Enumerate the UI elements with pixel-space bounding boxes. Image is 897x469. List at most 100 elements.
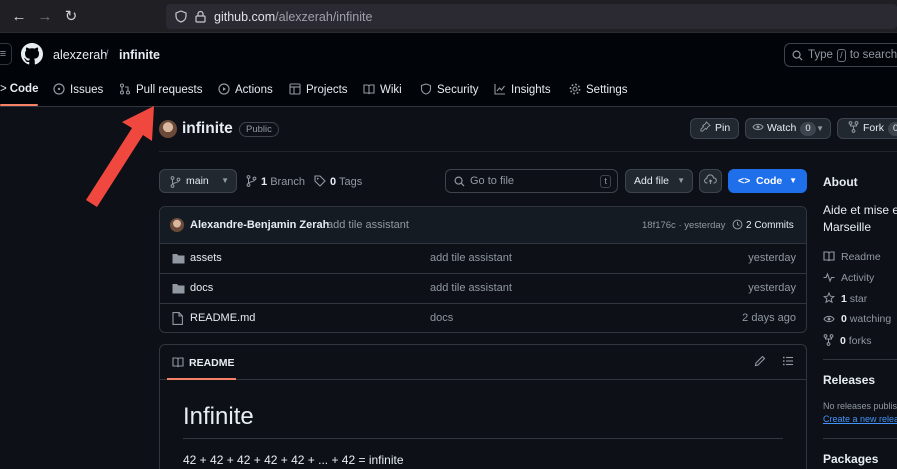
tab-actions-label: Actions [235,84,273,96]
divider [183,438,783,439]
table-row[interactable]: README.md docs 2 days ago [160,304,806,332]
commits-link[interactable]: 2 Commits [732,219,794,231]
tab-settings[interactable]: Settings [569,83,628,96]
add-file-button[interactable]: Add file ▼ [625,169,693,193]
breadcrumb-owner[interactable]: alexzerah [53,48,107,62]
tab-settings-label: Settings [586,84,628,96]
watching-word: watching [849,313,892,325]
tab-wiki-label: Wiki [380,84,402,96]
tab-actions[interactable]: Actions [218,83,273,96]
book-icon [823,251,835,262]
readme-link-label: Readme [841,251,881,263]
repo-title[interactable]: infinite [182,120,233,138]
tab-projects-label: Projects [306,84,348,96]
folder-icon [172,284,185,294]
menu-icon[interactable]: ≡ [0,43,12,65]
url-path: /alexzerah/infinite [275,10,373,24]
divider [823,438,897,439]
about-heading: About [823,175,858,189]
pin-button[interactable]: Pin [690,118,739,139]
table-row[interactable]: docs add tile assistant yesterday [160,274,806,304]
tab-security[interactable]: Security [420,83,479,96]
readme-panel: README Infinite 42 + 42 + 42 + 42 + 42 +… [159,344,807,469]
stars-link[interactable]: 1 star [822,291,868,305]
file-commit-message[interactable]: docs [430,312,453,324]
file-commit-message[interactable]: add tile assistant [430,252,512,264]
divider [159,151,897,152]
code-button[interactable]: <> Code ▼ [728,169,807,193]
watch-button[interactable]: Watch 0 ▼ [745,118,831,139]
tab-insights[interactable]: Insights [494,83,551,96]
stars-word: star [849,293,868,305]
forks-link[interactable]: 0 forks [823,334,872,347]
tab-issues[interactable]: Issues [53,83,103,96]
search-icon [792,50,803,61]
forward-arrow-icon[interactable]: → [36,8,54,26]
commit-hash[interactable]: 18f176c · yesterday [642,220,725,231]
tab-projects[interactable]: Projects [289,83,348,96]
go-to-file-input[interactable]: Go to file t [445,169,618,193]
file-name[interactable]: assets [190,252,222,264]
readme-paragraph: 42 + 42 + 42 + 42 + 42 + ... + 42 = infi… [183,453,404,467]
fork-counter: 0 [888,122,897,136]
releases-heading[interactable]: Releases [823,373,875,387]
breadcrumb-separator: / [105,47,109,62]
tab-wiki[interactable]: Wiki [363,83,402,96]
fork-button[interactable]: Fork 0 [837,118,897,139]
fork-icon [823,334,834,346]
reload-icon[interactable]: ↻ [62,8,80,26]
active-tab-indicator [167,378,236,380]
chevron-down-icon: ▼ [221,176,229,185]
readme-tab[interactable]: README [168,353,239,379]
readme-link[interactable]: Readme [823,250,881,263]
readme-tab-label: README [189,357,235,369]
packages-heading[interactable]: Packages [823,452,878,466]
visibility-badge: Public [239,122,279,137]
play-icon [218,83,230,95]
tab-pull-requests[interactable]: Pull requests [119,83,202,96]
pull-request-icon [119,83,131,95]
tag-icon [314,175,326,187]
eye-icon [823,315,835,323]
table-row[interactable]: assets add tile assistant yesterday [160,244,806,274]
description-line: Aide et mise e [823,203,897,217]
forks-count: 0 [840,335,846,347]
branch-word: Branch [270,176,306,188]
file-date: 2 days ago [742,312,796,324]
watchers-link[interactable]: 0 watching [823,313,891,325]
commit-message[interactable]: add tile assistant [327,219,409,231]
branch-selector[interactable]: main ▼ [159,169,237,193]
tab-code[interactable]: > Code [0,83,38,95]
global-search-input[interactable]: Type / to search [784,43,897,67]
back-arrow-icon[interactable]: ← [10,8,28,26]
file-name[interactable]: docs [190,282,213,294]
pencil-icon[interactable] [754,355,766,367]
code-icon: > [0,83,7,95]
tag-word: Tags [338,176,363,188]
file-name[interactable]: README.md [190,312,255,324]
create-release-link[interactable]: Create a new relea [823,414,897,424]
book-icon [363,84,375,95]
activity-link[interactable]: Activity [823,271,874,284]
list-icon[interactable] [782,355,794,367]
breadcrumb-repo[interactable]: infinite [119,48,160,62]
chevron-down-icon[interactable]: ▼ [816,119,824,138]
address-bar[interactable]: github.com/alexzerah/infinite [166,4,897,29]
branches-link[interactable]: 1 Branch [246,175,305,188]
github-logo-icon[interactable] [21,43,43,65]
codespaces-button[interactable] [699,169,722,193]
commit-author-avatar[interactable] [170,218,184,232]
shield-icon [175,10,187,23]
lock-icon [195,10,206,23]
search-suffix: to search [849,49,897,61]
owner-avatar[interactable] [159,120,177,138]
tags-link[interactable]: 0 Tags [314,175,362,188]
latest-commit-bar: Alexandre-Benjamin Zerah add tile assist… [160,207,806,244]
graph-icon [494,84,505,95]
book-icon [172,357,184,368]
tab-insights-label: Insights [511,84,551,96]
commit-author[interactable]: Alexandre-Benjamin Zerah [190,219,329,231]
file-commit-message[interactable]: add tile assistant [430,282,512,294]
fork-label: Fork [863,122,884,134]
readme-heading: Infinite [183,403,254,430]
